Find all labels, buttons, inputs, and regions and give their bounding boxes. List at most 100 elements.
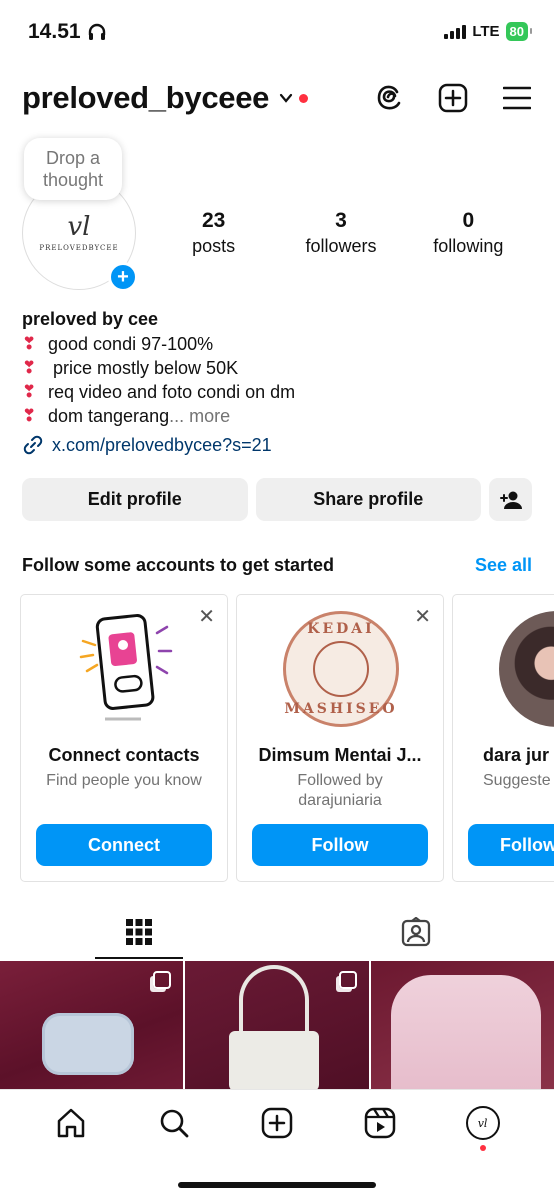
tagged-person-icon [401, 917, 430, 947]
clock-label: 14.51 [28, 20, 81, 43]
nav-profile[interactable]: vl [463, 1103, 503, 1151]
reels-icon [364, 1107, 396, 1139]
carousel-icon [338, 971, 357, 989]
post-image [42, 1013, 134, 1075]
followers-label: followers [305, 236, 377, 256]
following-label: following [433, 236, 504, 256]
followers-stat[interactable]: 3 followers [277, 208, 404, 258]
card-subtitle: Suggeste [483, 772, 551, 789]
card-title: Connect contacts [48, 745, 200, 765]
nav-create[interactable] [257, 1103, 297, 1143]
notification-dot [299, 93, 309, 103]
posts-grid [0, 961, 554, 1089]
profile-tabs [0, 905, 554, 959]
heart-exclamation-icon: ❣ [22, 334, 37, 353]
create-icon [261, 1107, 293, 1139]
bio-text: good condi 97-100% [48, 334, 214, 354]
display-name: preloved by cee [22, 309, 159, 329]
connect-button[interactable]: Connect [36, 824, 212, 866]
bio-line: ❣ dom tangerang... more [22, 404, 532, 428]
nav-avatar-mark: vl [477, 1116, 488, 1130]
home-icon [58, 1108, 85, 1138]
battery-level: 80 [509, 24, 524, 39]
suggestions-title: Follow some accounts to get started [22, 555, 335, 575]
create-post-icon[interactable] [438, 83, 468, 113]
menu-icon[interactable] [502, 83, 532, 113]
add-person-icon [499, 491, 522, 509]
see-all-link[interactable]: See all [475, 555, 532, 576]
home-indicator [178, 1182, 376, 1188]
suggestion-carousel[interactable]: ✕ Connect contacts Find people you know … [20, 594, 554, 882]
bottom-navigation: vl [0, 1089, 554, 1200]
contacts-phone-icon [79, 614, 173, 721]
suggestion-card: ✕ KEDAI MASHISEO Dimsum Mentai J... Foll… [236, 594, 444, 882]
profile-stats: 23 posts 3 followers 0 following [150, 208, 532, 258]
close-icon[interactable]: ✕ [414, 607, 431, 627]
username-title[interactable]: preloved_byceee [22, 80, 269, 116]
nav-home[interactable] [51, 1103, 91, 1143]
post-thumbnail[interactable] [370, 961, 554, 1089]
note-thought-bubble[interactable]: Drop a thought [24, 138, 122, 200]
battery-icon: 80 [505, 22, 533, 41]
cellular-signal-icon [444, 24, 467, 39]
account-avatar[interactable] [499, 611, 554, 727]
carousel-icon [153, 971, 172, 989]
followers-count: 3 [335, 209, 347, 232]
notification-dot [479, 1145, 486, 1151]
thought-bubble-text: Drop a thought [42, 148, 104, 190]
following-stat[interactable]: 0 following [405, 208, 532, 258]
post-thumbnail[interactable] [0, 961, 184, 1089]
card-subtitle: Followed by darajuniaria [237, 771, 443, 811]
nav-reels[interactable] [360, 1103, 400, 1143]
heart-exclamation-icon: ❣ [22, 382, 37, 401]
tab-tagged[interactable] [277, 905, 554, 959]
heart-exclamation-icon: ❣ [22, 406, 37, 425]
status-time: 14.51 [28, 20, 107, 44]
status-bar: 14.51 LTE 80 [0, 0, 554, 66]
avatar-logo-bottom: MASHISEO [284, 701, 398, 717]
account-avatar[interactable]: KEDAI MASHISEO [283, 611, 399, 727]
suggestions-header: Follow some accounts to get started See … [22, 555, 532, 576]
post-image [390, 975, 541, 1089]
link-icon [23, 435, 43, 455]
network-label: LTE [472, 23, 500, 40]
chevron-down-icon[interactable] [279, 91, 293, 105]
post-thumbnail[interactable] [185, 961, 369, 1089]
avatar-logo-top: KEDAI [307, 621, 375, 637]
dumpling-logo-icon [313, 641, 369, 697]
avatar-logo-name: PRELOVEDBYCEE [39, 244, 119, 252]
follow-button[interactable]: Follow [468, 824, 554, 866]
follow-button[interactable]: Follow [252, 824, 428, 866]
edit-profile-button[interactable]: Edit profile [22, 478, 248, 521]
tab-grid[interactable] [0, 905, 277, 959]
discover-people-button[interactable] [489, 478, 532, 521]
posts-stat[interactable]: 23 posts [150, 208, 277, 258]
suggestion-card: dara jur Suggeste Follow [452, 594, 554, 882]
profile-link-text: x.com/prelovedbycee?s=21 [52, 434, 272, 455]
grid-icon [125, 919, 152, 945]
heart-exclamation-icon: ❣ [22, 358, 37, 377]
share-profile-button[interactable]: Share profile [255, 478, 481, 521]
card-subtitle-line: darajuniaria [298, 792, 382, 809]
posts-count: 23 [201, 209, 226, 232]
nav-search[interactable] [154, 1103, 194, 1143]
close-icon[interactable]: ✕ [198, 607, 215, 627]
posts-label: posts [192, 236, 236, 256]
threads-icon[interactable] [374, 83, 404, 113]
card-subtitle-line: Followed by [297, 772, 383, 789]
search-icon [160, 1109, 189, 1138]
profile-action-row: Edit profile Share profile [22, 478, 532, 521]
add-story-plus-icon[interactable]: + [108, 262, 138, 292]
suggestion-card: ✕ Connect contacts Find people you know … [20, 594, 228, 882]
profile-header: preloved_byceee [22, 76, 532, 120]
post-image [229, 1031, 320, 1089]
profile-link[interactable]: x.com/prelovedbycee?s=21 [22, 434, 532, 456]
avatar: vl [465, 1106, 500, 1140]
following-count: 0 [462, 209, 475, 232]
bio-text: dom tangerang [48, 406, 170, 426]
card-title: Dimsum Mentai J... [258, 745, 422, 765]
bio-text: req video and foto condi on dm [48, 382, 296, 402]
bio-more-link[interactable]: ... more [169, 404, 230, 428]
card-subtitle: Find people you know [46, 772, 202, 789]
profile-bio: preloved by cee ❣ good condi 97-100% ❣ pr… [22, 306, 532, 456]
